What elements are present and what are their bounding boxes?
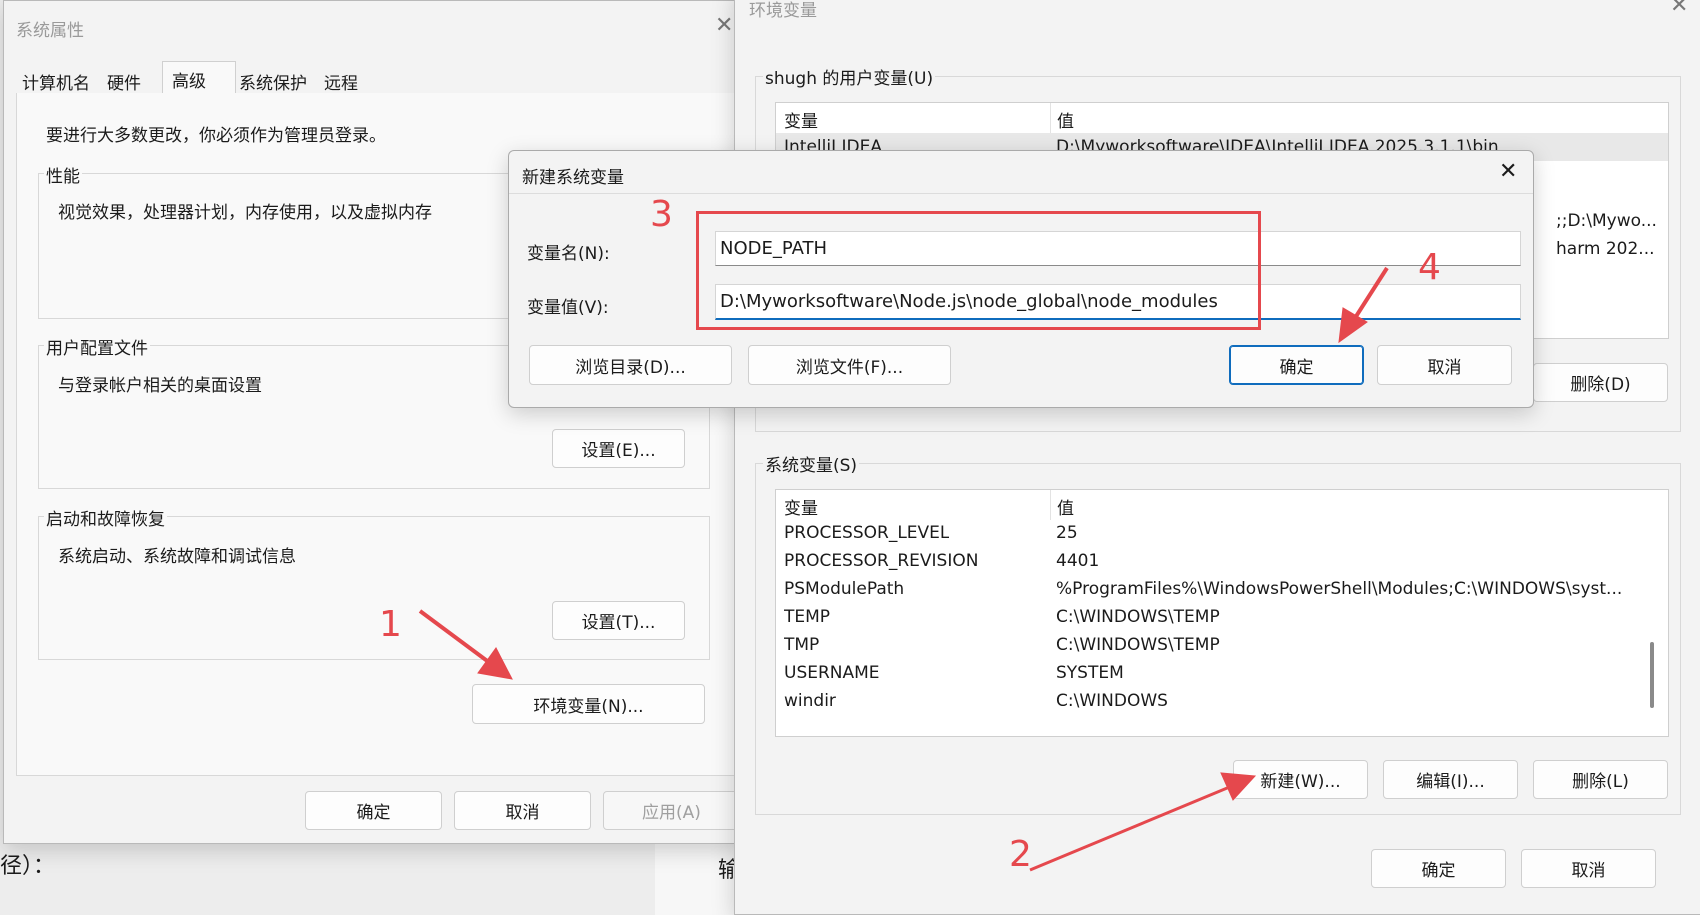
arrow-1-icon: [418, 609, 513, 680]
arrow-2-icon: [1029, 772, 1257, 872]
arrow-4-icon: [1338, 266, 1389, 344]
annotation-arrows: [418, 266, 1389, 872]
